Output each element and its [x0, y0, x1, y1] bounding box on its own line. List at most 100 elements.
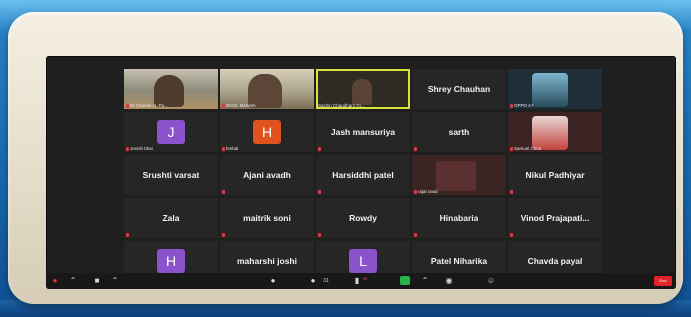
muted-mic-icon [414, 233, 417, 237]
muted-mic-icon [318, 147, 321, 151]
participant-caption [222, 190, 225, 194]
participant-caption: Sachin Chaudhary Gi... [318, 103, 365, 108]
participant-tile[interactable]: Rowdy [316, 198, 410, 238]
participant-caption: OPPO A7 [510, 103, 534, 108]
participant-name: Hinabaria [439, 213, 479, 223]
participant-tile[interactable]: Nikul Padhiyar [508, 155, 602, 195]
participant-caption-text: hmbal [226, 146, 239, 151]
muted-mic-icon [126, 146, 129, 151]
participant-caption-text: Dr.Chandu H. Pa... [130, 103, 168, 108]
participant-name: Srushti varsat [142, 170, 200, 180]
participant-name: Nikul Padhiyar [525, 170, 585, 180]
participant-tile[interactable]: Ajani avadh [220, 155, 314, 195]
zoom-meeting-window: Dr.Chandu H. Pa... DHOL Mahesh Sachin Chau… [46, 56, 676, 289]
participant-caption [510, 190, 513, 194]
participant-avatar: H [157, 249, 185, 273]
participant-caption: DHOL Mahesh [222, 103, 256, 108]
video-options-icon[interactable]: ⌃ [110, 276, 120, 286]
participant-tile[interactable]: Harsiddhi patel [316, 155, 410, 195]
muted-mic-icon [414, 147, 417, 151]
muted-mic-icon [510, 103, 513, 108]
muted-mic-icon [126, 103, 129, 108]
participant-caption-text: Sachin Chaudhary Gi... [318, 103, 365, 108]
participant-tile[interactable]: DHOL Mahesh [220, 69, 314, 109]
participant-tile[interactable]: maitrik soni [220, 198, 314, 238]
participant-avatar: L [349, 249, 377, 273]
end-meeting-button[interactable]: End [654, 276, 672, 286]
participant-name: sarth [448, 127, 470, 137]
mute-mic-icon[interactable]: ● [50, 276, 60, 286]
participant-tile[interactable]: Hinabaria [412, 198, 506, 238]
monitor-frame: Dr.Chandu H. Pa... DHOL Mahesh Sachin Chau… [8, 12, 683, 304]
chat-badge: 29 [362, 276, 368, 281]
participant-caption [222, 233, 225, 237]
participant-caption [318, 190, 321, 194]
participant-caption: hmbal [222, 146, 238, 151]
muted-mic-icon [126, 233, 129, 237]
participant-tile[interactable]: sarth [412, 112, 506, 152]
participant-caption [414, 147, 417, 151]
participant-tile[interactable]: Zala [124, 198, 218, 238]
participant-caption-text: Samuel Chris [514, 146, 542, 151]
security-shield-icon[interactable]: ● [268, 276, 278, 286]
participant-caption-text: DHOL Mahesh [226, 103, 256, 108]
participant-name: Vinod Prajapati... [520, 213, 590, 223]
participant-tile[interactable]: OPPO A7 [508, 69, 602, 109]
participant-name: Patel Niharika [430, 256, 488, 266]
muted-mic-icon [222, 146, 225, 151]
muted-mic-icon [318, 190, 321, 194]
participant-gallery: Dr.Chandu H. Pa... DHOL Mahesh Sachin Chau… [124, 69, 602, 281]
participants-count: 31 [323, 278, 329, 284]
share-options-icon[interactable]: ⌃ [420, 276, 430, 286]
participant-name: Chavda payal [527, 256, 583, 266]
participant-tile[interactable]: Dr.Chandu H. Pa... [124, 69, 218, 109]
mic-options-icon[interactable]: ⌃ [68, 276, 78, 286]
participant-caption [414, 233, 417, 237]
participant-caption [510, 233, 513, 237]
meeting-toolbar: ● ⌃ ■ ⌃ ● ● 31 ▮ 29 ⌃ ◉ ☺ End [46, 273, 676, 289]
muted-mic-icon [318, 233, 321, 237]
participant-tile[interactable]: J Jenish bhai [124, 112, 218, 152]
muted-mic-icon [510, 146, 513, 151]
participant-tile[interactable]: Hhmbal [220, 112, 314, 152]
participant-avatar: H [253, 120, 281, 144]
participant-caption [318, 147, 321, 151]
participant-tile[interactable]: Samuel Chris [508, 112, 602, 152]
participant-caption [318, 233, 321, 237]
participant-caption-text: Jenish bhai [130, 146, 153, 151]
muted-mic-icon [222, 103, 225, 108]
muted-mic-icon [510, 190, 513, 194]
participant-caption: Samuel Chris [510, 146, 541, 151]
participant-tile[interactable]: rajal raval [412, 155, 506, 195]
participant-caption-text: rajal raval [418, 189, 438, 194]
muted-mic-icon [222, 190, 225, 194]
reactions-icon[interactable]: ☺ [486, 276, 496, 286]
participant-caption: rajal raval [414, 189, 438, 194]
participant-caption: Jenish bhai [126, 146, 153, 151]
participant-video-feed [352, 79, 372, 105]
participant-tile[interactable]: Srushti varsat [124, 155, 218, 195]
participant-video-feed [532, 73, 568, 107]
participant-caption-text: OPPO A7 [514, 103, 534, 108]
video-camera-icon[interactable]: ■ [92, 276, 102, 286]
participant-caption: Dr.Chandu H. Pa... [126, 103, 168, 108]
participant-tile[interactable]: Shrey Chauhan [412, 69, 506, 109]
participant-caption [126, 233, 129, 237]
share-screen-button[interactable] [400, 276, 410, 285]
muted-mic-icon [414, 189, 417, 194]
participants-icon[interactable]: ● [308, 276, 318, 286]
muted-mic-icon [222, 233, 225, 237]
participant-name: maharshi joshi [237, 256, 297, 266]
participant-name: Zala [162, 213, 180, 223]
participant-name: Rowdy [349, 213, 377, 223]
participant-name: Harsiddhi patel [332, 170, 394, 180]
participant-name: Shrey Chauhan [427, 84, 491, 94]
participant-tile[interactable]: Sachin Chaudhary Gi... [316, 69, 410, 109]
muted-mic-icon [510, 233, 513, 237]
participant-video-feed [532, 116, 568, 150]
participant-avatar: J [157, 120, 185, 144]
participant-name: Ajani avadh [243, 170, 291, 180]
participant-tile[interactable]: Jash mansuriya [316, 112, 410, 152]
participant-tile[interactable]: Vinod Prajapati... [508, 198, 602, 238]
record-icon[interactable]: ◉ [444, 276, 454, 286]
